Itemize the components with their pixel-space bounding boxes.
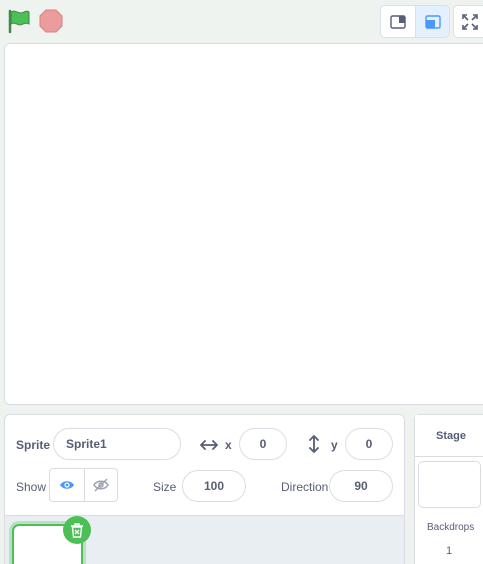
stage-selector-title: Stage [415,415,483,457]
fullscreen-button[interactable] [453,5,483,38]
large-stage-button[interactable] [415,6,449,37]
green-flag-button[interactable] [6,8,32,34]
x-label: x [225,438,232,452]
backdrops-label: Backdrops [427,522,475,533]
small-stage-icon [390,14,406,29]
show-hidden-button[interactable] [83,469,118,501]
stage-thumbnail[interactable] [418,461,481,508]
green-flag-icon [8,9,30,34]
y-input[interactable]: 0 [345,428,393,460]
fullscreen-icon [462,13,478,30]
stage-selector[interactable]: Stage Backdrops 1 [414,414,483,564]
eye-slash-icon [92,478,109,492]
sprite-name-input[interactable]: Sprite1 [53,428,181,460]
stop-button[interactable] [39,9,63,33]
show-visible-button[interactable] [50,469,84,501]
eye-icon [59,481,74,489]
size-input[interactable]: 100 [182,470,246,502]
delete-sprite-button[interactable] [63,516,91,544]
small-stage-button[interactable] [381,6,415,37]
y-arrows-icon [309,435,319,453]
x-input[interactable]: 0 [239,428,287,460]
large-stage-icon [424,14,441,29]
direction-label: Direction [281,480,329,494]
show-toggle [49,468,118,502]
y-label: y [331,438,338,452]
direction-input[interactable]: 90 [329,470,393,502]
stage-size-toggle [380,5,450,38]
trash-icon [71,522,83,538]
show-label: Show [16,480,47,494]
sprite-info-panel: Sprite Sprite1 x 0 y 0 Show Size 100 Dir… [4,414,405,564]
size-label: Size [153,480,177,494]
backdrops-count: 1 [446,545,453,557]
stop-icon [39,9,63,33]
x-arrows-icon [200,440,218,450]
sprite-info: Sprite Sprite1 x 0 y 0 Show Size 100 Dir… [5,415,404,515]
sprite-label: Sprite [16,438,51,452]
stage-canvas[interactable] [4,43,483,405]
